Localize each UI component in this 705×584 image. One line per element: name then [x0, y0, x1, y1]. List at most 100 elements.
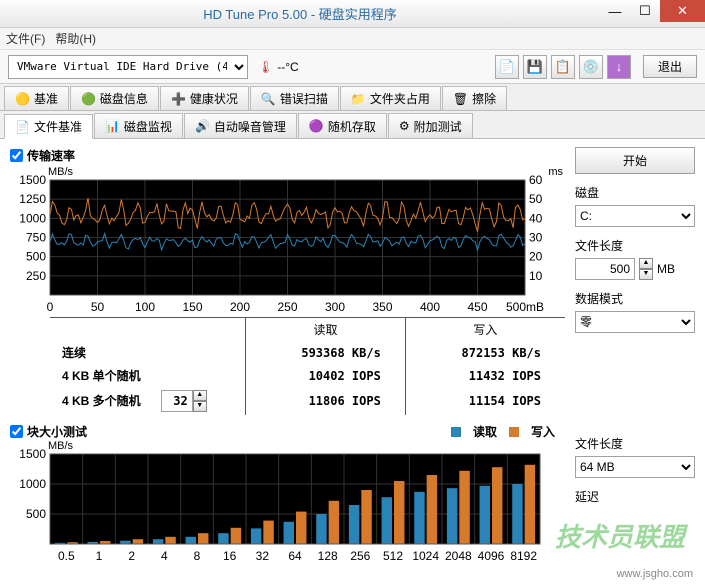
thread-count-input[interactable]	[161, 390, 193, 412]
svg-text:200: 200	[230, 300, 250, 313]
titlebar: HD Tune Pro 5.00 - 硬盘实用程序 — ☐ ✕	[0, 0, 705, 28]
svg-text:150: 150	[182, 300, 202, 313]
table-row: 4 KB 多个随机▲▼11806 IOPS11154 IOPS	[50, 387, 565, 415]
svg-text:50: 50	[91, 300, 105, 313]
svg-text:100: 100	[135, 300, 155, 313]
disk-label: 磁盘	[575, 184, 695, 201]
toolbar-icon-copy[interactable]: 📄	[495, 55, 519, 79]
svg-text:1250: 1250	[19, 192, 46, 206]
tab-label: 健康状况	[190, 90, 238, 107]
menubar: 文件(F) 帮助(H)	[0, 28, 705, 50]
svg-text:1000: 1000	[19, 477, 46, 491]
toolbar-icon-disk[interactable]: 💿	[579, 55, 603, 79]
filelen2-select[interactable]: 64 MB	[575, 456, 695, 478]
delay-label: 延迟	[575, 488, 695, 505]
svg-text:10: 10	[529, 269, 543, 283]
main-column: 传输速率 MB/s ms 250500750100012501500102030…	[10, 147, 565, 564]
tab-磁盘监视[interactable]: 📊磁盘监视	[94, 113, 183, 138]
tab-label: 文件基准	[34, 118, 82, 135]
tab-label: 文件夹占用	[370, 90, 430, 107]
tab-icon: 🔊	[195, 119, 210, 133]
svg-text:250: 250	[26, 269, 46, 283]
svg-text:1500: 1500	[19, 447, 46, 461]
svg-text:40: 40	[529, 211, 543, 225]
start-button[interactable]: 开始	[575, 147, 695, 174]
toolbar: VMware Virtual IDE Hard Drive (42 🌡 --°C…	[0, 50, 705, 84]
exit-button[interactable]: 退出	[643, 55, 697, 78]
disk-select[interactable]: C:	[575, 205, 695, 227]
toolbar-icon-save[interactable]: 💾	[523, 55, 547, 79]
svg-text:500: 500	[26, 507, 46, 521]
blocksize-checkbox[interactable]	[10, 425, 23, 438]
tab-附加测试[interactable]: ⚙附加测试	[388, 113, 473, 138]
tab-磁盘信息[interactable]: 🟢 磁盘信息	[70, 86, 159, 110]
transfer-chart: MB/s ms 25050075010001250150010203040506…	[10, 168, 565, 313]
svg-text:250: 250	[277, 300, 297, 313]
temperature-value: --°C	[277, 60, 298, 74]
tab-icon: ➕	[171, 92, 186, 106]
tab-icon: 🟢	[81, 92, 96, 106]
tab-自动噪音管理[interactable]: 🔊 自动噪音管理	[184, 113, 297, 138]
tab-文件夹占用[interactable]: 📁文件夹占用	[340, 86, 441, 110]
tab-icon: 📊	[105, 119, 120, 133]
legend-write-swatch	[509, 427, 519, 437]
tabs-row-2: 📄 文件基准 📊磁盘监视 🔊 自动噪音管理 🟣 随机存取 ⚙附加测试	[0, 111, 705, 139]
tab-label: 磁盘信息	[100, 90, 148, 107]
svg-text:1500: 1500	[19, 173, 46, 187]
y-right-unit: ms	[548, 166, 563, 178]
tab-文件基准[interactable]: 📄 文件基准	[4, 114, 93, 139]
svg-text:32: 32	[256, 549, 270, 562]
tab-label: 自动噪音管理	[214, 118, 286, 135]
tab-icon: ⚙	[399, 119, 410, 133]
legend-read-label: 读取	[473, 423, 497, 440]
minimize-button[interactable]: —	[600, 0, 630, 22]
svg-text:128: 128	[318, 549, 338, 562]
svg-text:1024: 1024	[412, 549, 439, 562]
filelen-row: ▲▼ MB	[575, 258, 695, 280]
menu-file[interactable]: 文件(F)	[6, 30, 45, 47]
tab-错误扫描[interactable]: 🔍错误扫描	[250, 86, 339, 110]
datamode-select[interactable]: 零	[575, 311, 695, 333]
window-buttons: — ☐ ✕	[600, 0, 705, 27]
tab-icon: 📄	[15, 120, 30, 134]
svg-text:2: 2	[128, 549, 135, 562]
blocksize-chart: MB/s 500100015000.5124816326412825651210…	[10, 442, 565, 562]
tab-label: 随机存取	[328, 118, 376, 135]
filelen-input[interactable]	[575, 258, 635, 280]
maximize-button[interactable]: ☐	[630, 0, 660, 22]
read-header: 读取	[246, 318, 406, 342]
datamode-label: 数据模式	[575, 290, 695, 307]
tab-icon: 🟣	[309, 119, 324, 133]
footer-link: www.jsgho.com	[617, 568, 693, 580]
toolbar-icon-screenshot[interactable]: 📋	[551, 55, 575, 79]
svg-text:8: 8	[194, 549, 201, 562]
svg-text:4096: 4096	[478, 549, 505, 562]
svg-text:256: 256	[350, 549, 370, 562]
svg-text:50: 50	[529, 192, 543, 206]
svg-text:16: 16	[223, 549, 237, 562]
tab-基准[interactable]: 🟡基准	[4, 86, 69, 110]
close-button[interactable]: ✕	[660, 0, 705, 22]
toolbar-icon-download[interactable]: ↓	[607, 55, 631, 79]
transfer-rate-label: 传输速率	[27, 147, 75, 164]
drive-select[interactable]: VMware Virtual IDE Hard Drive (42	[8, 55, 248, 79]
tab-擦除[interactable]: 🗑擦除	[442, 86, 507, 110]
tab-icon: 🗑	[453, 92, 468, 106]
svg-text:60: 60	[529, 173, 543, 187]
thermometer-icon: 🌡	[258, 60, 273, 74]
transfer-rate-checkbox[interactable]	[10, 149, 23, 162]
filelen-spinner[interactable]: ▲▼	[639, 258, 653, 280]
legend-read-swatch	[451, 427, 461, 437]
tab-icon: 🟡	[15, 92, 30, 106]
filelen-label: 文件长度	[575, 237, 695, 254]
blocksize-header: 块大小测试 读取 写入	[10, 423, 565, 440]
menu-help[interactable]: 帮助(H)	[55, 30, 96, 47]
svg-text:20: 20	[529, 250, 543, 264]
tab-随机存取[interactable]: 🟣 随机存取	[298, 113, 387, 138]
blocksize-chart-svg: 500100015000.512481632641282565121024204…	[10, 442, 550, 562]
svg-text:450: 450	[467, 300, 487, 313]
svg-text:4: 4	[161, 549, 168, 562]
legend-write-label: 写入	[531, 423, 555, 440]
blocksize-label: 块大小测试	[27, 423, 87, 440]
tab-健康状况[interactable]: ➕ 健康状况	[160, 86, 249, 110]
